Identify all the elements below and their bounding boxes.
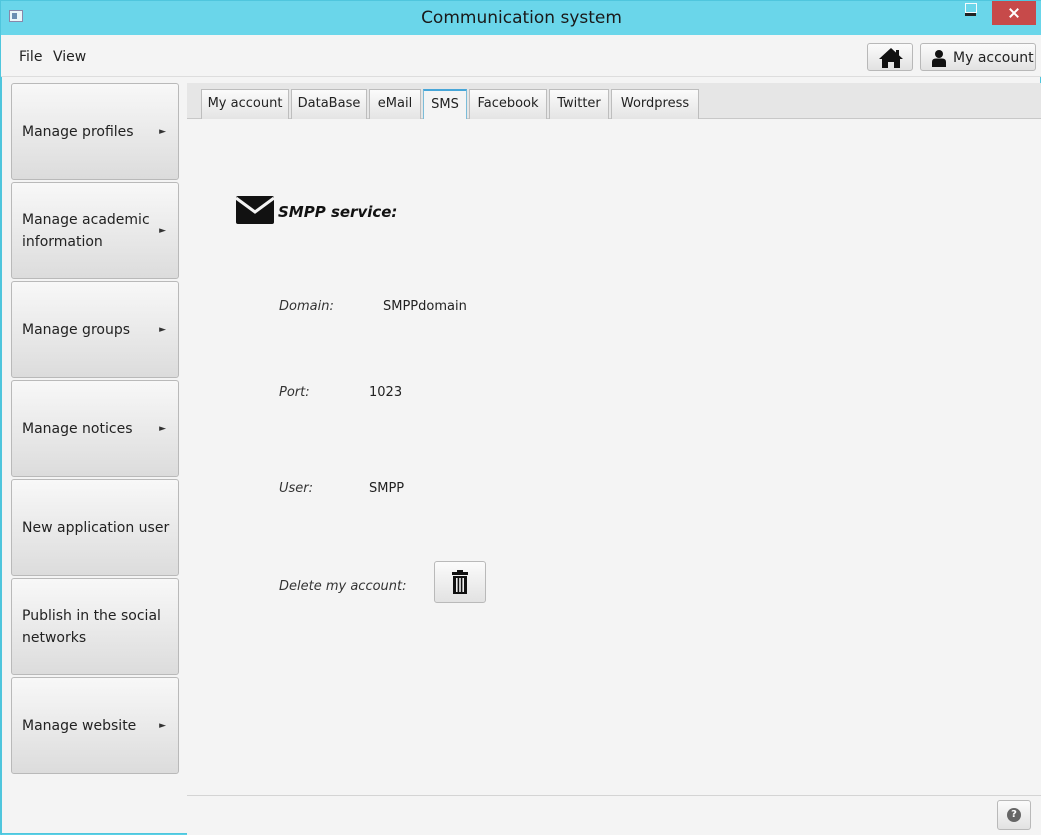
trash-icon xyxy=(452,570,468,594)
sidebar-item-label: Manage profiles xyxy=(22,123,134,140)
sidebar-item-manage-profiles[interactable]: Manage profiles ► xyxy=(11,83,179,180)
sidebar-item-label: Manage academic information xyxy=(22,211,150,250)
sidebar-item-label: Manage groups xyxy=(22,321,131,338)
sidebar-item-manage-groups[interactable]: Manage groups ► xyxy=(11,281,179,378)
home-icon xyxy=(879,48,903,68)
submenu-arrow-icon: ► xyxy=(159,720,166,731)
tab-facebook[interactable]: Facebook xyxy=(469,89,547,119)
menu-view[interactable]: View xyxy=(53,49,86,65)
sidebar-item-manage-academic-information[interactable]: Manage academic information ► xyxy=(11,182,179,279)
submenu-arrow-icon: ► xyxy=(159,324,166,335)
delete-account-button[interactable] xyxy=(434,561,486,603)
status-bar: ? xyxy=(187,795,1041,835)
title-bar: Communication system xyxy=(1,1,1041,35)
my-account-button[interactable]: My account xyxy=(920,43,1036,71)
maximize-button[interactable] xyxy=(965,3,977,13)
submenu-arrow-icon: ► xyxy=(159,126,166,137)
tab-wordpress[interactable]: Wordpress xyxy=(611,89,699,119)
smpp-service-heading: SMPP service: xyxy=(278,203,398,221)
help-icon: ? xyxy=(1007,808,1021,822)
tab-strip: My account DataBase eMail SMS Facebook T… xyxy=(187,83,1041,119)
app-window: Communication system File View My accoun… xyxy=(0,0,1041,835)
window-title: Communication system xyxy=(421,8,622,28)
domain-value: SMPPdomain xyxy=(383,299,467,314)
menu-file[interactable]: File xyxy=(19,49,42,65)
sidebar-item-manage-notices[interactable]: Manage notices ► xyxy=(11,380,179,477)
sidebar-item-label: Manage notices xyxy=(22,420,133,437)
user-value: SMPP xyxy=(369,481,405,496)
submenu-arrow-icon: ► xyxy=(159,423,166,434)
port-value: 1023 xyxy=(369,385,403,400)
user-icon xyxy=(932,50,946,67)
sidebar-item-publish-social-networks[interactable]: Publish in the social networks xyxy=(11,578,179,675)
window-left-edge xyxy=(1,77,2,835)
envelope-icon xyxy=(235,196,275,224)
my-account-label: My account xyxy=(953,50,1034,66)
tab-my-account[interactable]: My account xyxy=(201,89,289,119)
close-button[interactable] xyxy=(992,1,1036,25)
tab-twitter[interactable]: Twitter xyxy=(549,89,609,119)
user-label: User: xyxy=(279,481,314,496)
sidebar-item-new-application-user[interactable]: New application user xyxy=(11,479,179,576)
menu-bar: File View My account xyxy=(1,35,1041,77)
sidebar-item-manage-website[interactable]: Manage website ► xyxy=(11,677,179,774)
help-button[interactable]: ? xyxy=(997,800,1031,830)
sidebar-item-label: New application user xyxy=(22,519,170,536)
sms-panel: SMPP service: Domain: SMPPdomain Port: 1… xyxy=(187,119,1041,795)
submenu-arrow-icon: ► xyxy=(159,225,166,236)
tab-email[interactable]: eMail xyxy=(369,89,421,119)
tab-sms[interactable]: SMS xyxy=(423,89,467,119)
sidebar: Manage profiles ► Manage academic inform… xyxy=(11,83,179,775)
sidebar-item-label: Publish in the social networks xyxy=(22,607,161,646)
sidebar-item-label: Manage website xyxy=(22,717,137,734)
delete-account-label: Delete my account: xyxy=(279,579,407,594)
home-button[interactable] xyxy=(867,43,913,71)
tab-database[interactable]: DataBase xyxy=(291,89,367,119)
domain-label: Domain: xyxy=(279,299,334,314)
port-label: Port: xyxy=(279,385,310,400)
